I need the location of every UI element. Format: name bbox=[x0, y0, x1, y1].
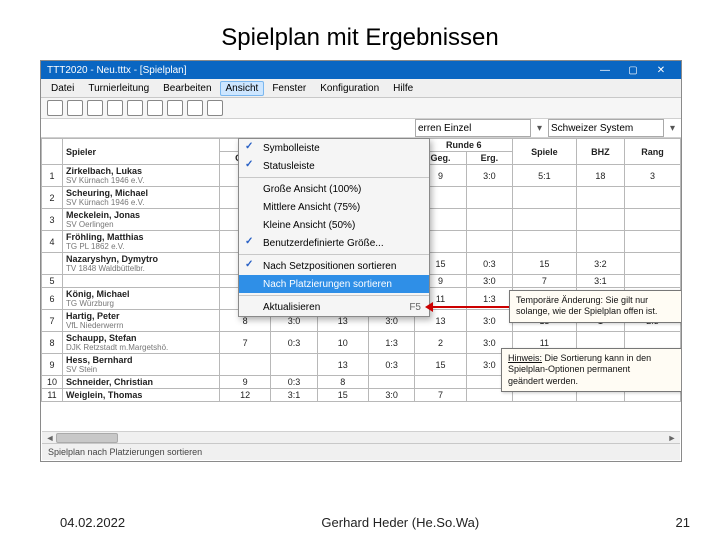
dropdown-arrow-icon[interactable]: ▾ bbox=[537, 123, 542, 134]
toolbar-icon[interactable] bbox=[47, 100, 63, 116]
menu-ansicht[interactable]: Ansicht bbox=[220, 81, 265, 96]
system-combo[interactable] bbox=[548, 119, 664, 137]
slide-footer: 04.02.2022 Gerhard Heder (He.So.Wa) 21 bbox=[0, 509, 720, 540]
menu-turnierleitung[interactable]: Turnierleitung bbox=[82, 81, 155, 96]
menu-item[interactable]: Große Ansicht (100%) bbox=[239, 180, 429, 198]
menu-separator bbox=[239, 177, 429, 178]
menu-item-label: Nach Platzierungen sortieren bbox=[263, 279, 392, 290]
menu-item[interactable]: ✓ Benutzerdefinierte Größe... bbox=[239, 234, 429, 252]
menu-item-accelerator: F5 bbox=[409, 302, 421, 313]
view-menu-dropdown: ✓ Symbolleiste ✓ Statusleiste Große Ansicht … bbox=[238, 138, 430, 317]
col-index bbox=[42, 139, 63, 165]
menu-item[interactable]: Kleine Ansicht (50%) bbox=[239, 216, 429, 234]
statusbar-text: Spielplan nach Platzierungen sortieren bbox=[48, 447, 202, 457]
col-player: Spieler bbox=[63, 139, 220, 165]
toolbar-icon[interactable] bbox=[87, 100, 103, 116]
scroll-right-icon[interactable]: ► bbox=[666, 433, 678, 443]
menu-item[interactable]: Mittlere Ansicht (75%) bbox=[239, 198, 429, 216]
menubar: DateiTurnierleitungBearbeitenAnsichtFens… bbox=[41, 79, 681, 98]
col-bhz: BHZ bbox=[576, 139, 624, 165]
slide-title: Spielplan mit Ergebnissen bbox=[0, 0, 720, 58]
scroll-thumb[interactable] bbox=[56, 433, 118, 443]
menu-item[interactable]: ✓ Nach Setzpositionen sortieren bbox=[239, 257, 429, 275]
check-icon: ✓ bbox=[245, 236, 253, 247]
toolbar-icon[interactable] bbox=[127, 100, 143, 116]
footer-author: Gerhard Heder (He.So.Wa) bbox=[321, 515, 479, 530]
menu-item-label: Aktualisieren bbox=[263, 302, 320, 313]
menu-item-label: Große Ansicht (100%) bbox=[263, 184, 361, 195]
menu-item-label: Statusleiste bbox=[263, 161, 315, 172]
footer-page: 21 bbox=[676, 515, 690, 530]
callout-arrow bbox=[433, 306, 509, 308]
menu-item-label: Nach Setzpositionen sortieren bbox=[263, 261, 396, 272]
toolbar-icon[interactable] bbox=[167, 100, 183, 116]
toolbar-icon[interactable] bbox=[107, 100, 123, 116]
menu-item[interactable]: ✓ Statusleiste bbox=[239, 157, 429, 175]
check-icon: ✓ bbox=[245, 159, 253, 170]
menu-item-label: Symbolleiste bbox=[263, 143, 320, 154]
menu-separator bbox=[239, 254, 429, 255]
application-window: TTT2020 - Neu.tttx - [Spielplan] — ▢ ✕ D… bbox=[40, 60, 682, 462]
menu-item[interactable]: ✓ Symbolleiste bbox=[239, 139, 429, 157]
titlebar: TTT2020 - Neu.tttx - [Spielplan] — ▢ ✕ bbox=[41, 61, 681, 79]
callout-hint: Hinweis: Die Sortierung kann in den Spie… bbox=[501, 348, 681, 392]
menu-item-label: Benutzerdefinierte Größe... bbox=[263, 238, 384, 249]
category-combo[interactable] bbox=[415, 119, 531, 137]
footer-date: 04.02.2022 bbox=[60, 515, 125, 530]
window-close-button[interactable]: ✕ bbox=[647, 61, 675, 79]
menu-item[interactable]: Nach Platzierungen sortieren bbox=[239, 275, 429, 293]
statusbar: Spielplan nach Platzierungen sortieren bbox=[42, 443, 680, 460]
check-icon: ✓ bbox=[245, 259, 253, 270]
content-area: SpielerRunde 4Runde 5Runde 6SpieleBHZRan… bbox=[41, 138, 681, 458]
col-spiele: Spiele bbox=[513, 139, 577, 165]
scroll-left-icon[interactable]: ◄ bbox=[44, 433, 56, 443]
menu-konfiguration[interactable]: Konfiguration bbox=[314, 81, 385, 96]
callout-temporary-change: Temporäre Änderung: Sie gilt nur solange… bbox=[509, 290, 681, 323]
toolbar-icon[interactable] bbox=[207, 100, 223, 116]
menu-fenster[interactable]: Fenster bbox=[266, 81, 312, 96]
col-erg: Erg. bbox=[466, 152, 512, 165]
window-title: TTT2020 - Neu.tttx - [Spielplan] bbox=[47, 65, 591, 76]
dropdown-arrow-icon[interactable]: ▾ bbox=[670, 123, 675, 134]
toolbar bbox=[41, 98, 681, 119]
toolbar-icon[interactable] bbox=[67, 100, 83, 116]
toolbar-icon[interactable] bbox=[147, 100, 163, 116]
window-controls: — ▢ ✕ bbox=[591, 61, 675, 79]
menu-item-label: Kleine Ansicht (50%) bbox=[263, 220, 355, 231]
menu-bearbeiten[interactable]: Bearbeiten bbox=[157, 81, 217, 96]
check-icon: ✓ bbox=[245, 141, 253, 152]
toolbar-icon[interactable] bbox=[187, 100, 203, 116]
menu-item-label: Mittlere Ansicht (75%) bbox=[263, 202, 360, 213]
window-maximize-button[interactable]: ▢ bbox=[619, 61, 647, 79]
col-rang: Rang bbox=[625, 139, 681, 165]
window-minimize-button[interactable]: — bbox=[591, 61, 619, 79]
menu-datei[interactable]: Datei bbox=[45, 81, 80, 96]
menu-separator bbox=[239, 295, 429, 296]
menu-hilfe[interactable]: Hilfe bbox=[387, 81, 419, 96]
sub-header: ▾ ▾ bbox=[41, 119, 681, 138]
menu-item[interactable]: Aktualisieren F5 bbox=[239, 298, 429, 316]
